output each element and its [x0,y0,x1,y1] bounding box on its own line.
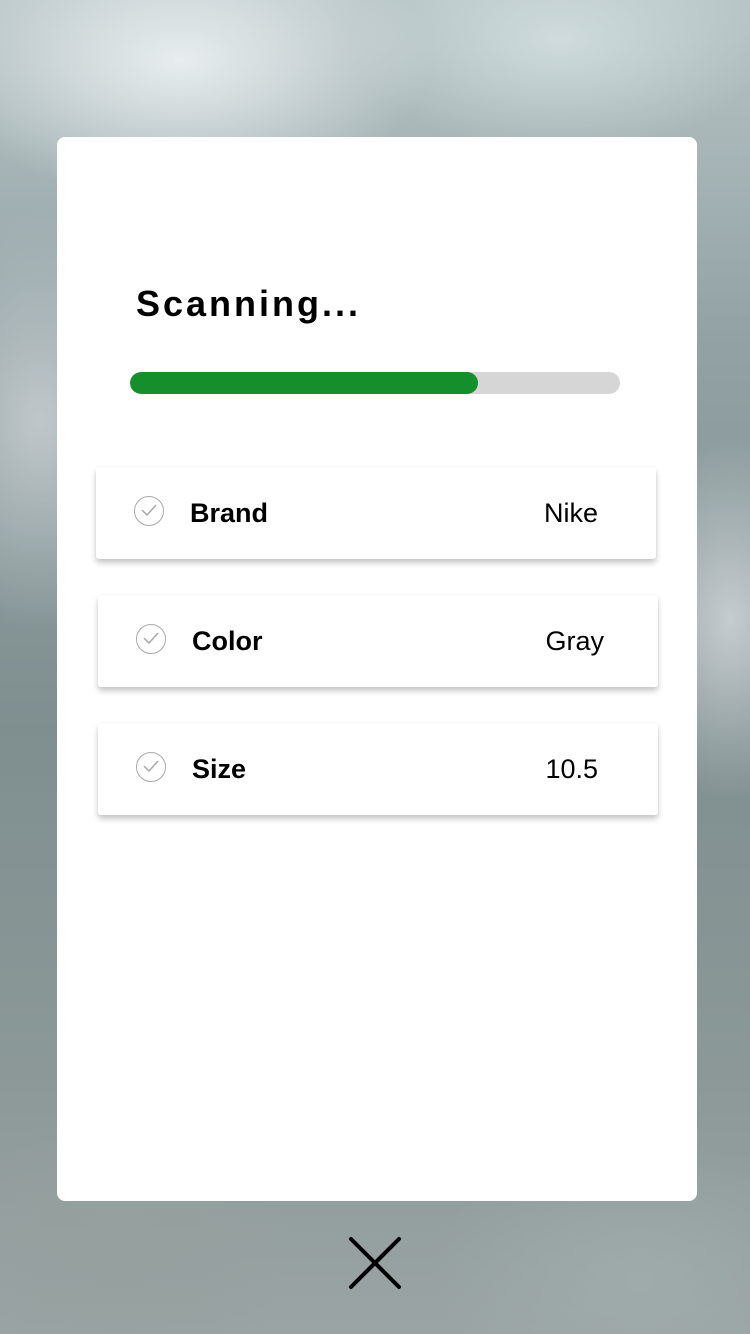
scan-panel: Scanning... Brand Nike Color Gray Size 1… [57,137,697,1201]
attribute-card-color: Color Gray [98,595,658,687]
attribute-label: Color [192,626,263,656]
check-circle-icon [136,752,166,782]
scan-status-title: Scanning... [136,283,362,324]
check-circle-icon [134,496,164,526]
scan-progress-fill [130,372,478,394]
scan-progress-bar [130,372,620,394]
attribute-value: Nike [543,498,598,528]
close-button[interactable] [345,1233,405,1293]
close-icon [349,1237,401,1289]
attribute-card-brand: Brand Nike [96,467,656,559]
attribute-card-size: Size 10.5 [98,723,658,815]
check-circle-icon [136,624,166,654]
attribute-value: Gray [545,626,604,656]
attribute-value: 10.5 [545,754,598,784]
attribute-label: Size [192,754,247,784]
attribute-label: Brand [190,498,269,528]
